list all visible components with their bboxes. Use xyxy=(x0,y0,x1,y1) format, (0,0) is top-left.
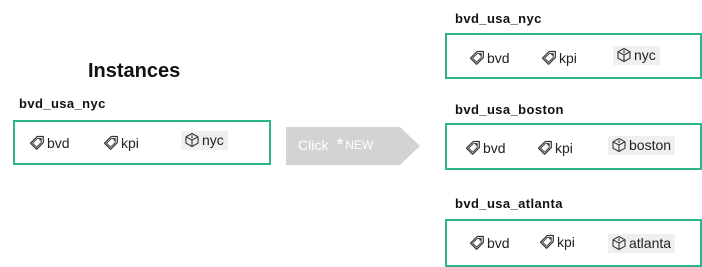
location-cube-icon xyxy=(617,47,631,63)
tag-icon xyxy=(469,235,484,250)
tag-icon xyxy=(469,50,484,65)
tag-label: kpi xyxy=(555,140,573,156)
tag-label: kpi xyxy=(557,234,575,250)
location-cube-icon xyxy=(612,235,626,251)
tag-chip-bvd[interactable]: bvd xyxy=(469,235,510,251)
tag-chip-bvd[interactable]: bvd xyxy=(469,50,510,66)
location-label: atlanta xyxy=(629,235,672,251)
instance-name: bvd_usa_boston xyxy=(455,102,564,117)
tag-icon xyxy=(103,135,118,150)
instance-card[interactable]: bvd kpi atlanta xyxy=(445,219,702,267)
tag-chip-kpi[interactable]: kpi xyxy=(103,135,139,151)
tag-label: bvd xyxy=(487,50,510,66)
location-label: nyc xyxy=(634,47,656,63)
instance-name: bvd_usa_atlanta xyxy=(455,196,563,211)
tag-label: kpi xyxy=(559,50,577,66)
new-label: NEW xyxy=(345,138,374,152)
location-chip-atlanta[interactable]: atlanta xyxy=(608,234,676,253)
tag-label: bvd xyxy=(483,140,506,156)
instance-card[interactable]: bvd kpi boston xyxy=(445,123,702,170)
instances-title: Instances xyxy=(88,60,181,82)
instance-name: bvd_usa_nyc xyxy=(19,96,106,111)
tag-label: kpi xyxy=(121,135,139,151)
tag-chip-kpi[interactable]: kpi xyxy=(539,234,575,250)
location-chip-nyc[interactable]: nyc xyxy=(613,46,660,65)
tag-chip-kpi[interactable]: kpi xyxy=(537,140,573,156)
tag-chip-bvd[interactable]: bvd xyxy=(29,135,70,151)
tag-chip-bvd[interactable]: bvd xyxy=(465,140,506,156)
star-icon: * xyxy=(336,135,344,155)
location-cube-icon xyxy=(612,137,626,153)
tag-chip-kpi[interactable]: kpi xyxy=(541,50,577,66)
tag-icon xyxy=(29,135,44,150)
tag-label: bvd xyxy=(487,235,510,251)
location-cube-icon xyxy=(185,132,199,148)
click-label: Click xyxy=(298,137,329,153)
tag-label: bvd xyxy=(47,135,70,151)
location-chip-boston[interactable]: boston xyxy=(608,136,676,155)
create-new-arrow: Click * NEW xyxy=(286,127,420,165)
instance-card[interactable]: bvd kpi nyc xyxy=(13,120,271,165)
instance-name: bvd_usa_nyc xyxy=(455,11,542,26)
tag-icon xyxy=(541,50,556,65)
location-label: nyc xyxy=(202,132,224,148)
location-chip-nyc[interactable]: nyc xyxy=(181,131,228,150)
tag-icon xyxy=(539,234,554,249)
tag-icon xyxy=(465,140,480,155)
instance-card[interactable]: bvd kpi nyc xyxy=(445,33,702,79)
tag-icon xyxy=(537,140,552,155)
location-label: boston xyxy=(629,137,672,153)
